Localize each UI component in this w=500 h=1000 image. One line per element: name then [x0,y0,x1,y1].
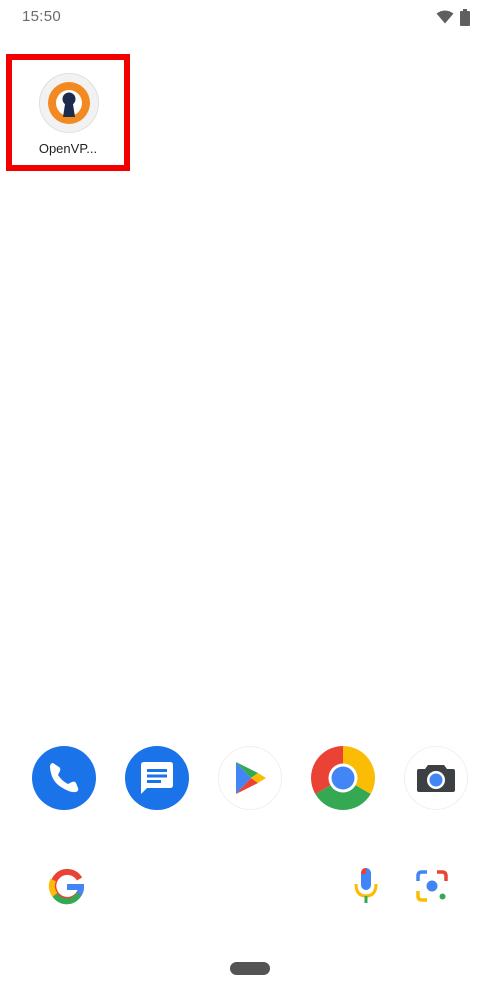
mic-icon[interactable] [352,866,380,906]
messages-icon [125,746,189,810]
lens-icon[interactable] [414,868,450,904]
home-pill[interactable] [230,962,270,975]
dock-camera[interactable] [403,745,469,811]
chrome-icon [311,746,375,810]
dock [0,740,500,820]
wifi-icon [436,10,454,24]
openvpn-icon [39,73,99,133]
dock-chrome[interactable] [310,745,376,811]
dock-messages[interactable] [124,745,190,811]
dock-phone[interactable] [31,745,97,811]
play-store-icon [218,746,282,810]
status-icons [436,8,470,26]
dock-play-store[interactable] [217,745,283,811]
status-time: 15:50 [22,8,62,25]
battery-icon [460,8,470,26]
app-label-openvpn: OpenVP... [38,141,98,156]
status-bar: 15:50 [0,0,500,36]
google-logo [48,868,85,905]
camera-icon [404,746,468,810]
app-shortcut-openvpn[interactable]: OpenVP... [6,54,130,171]
search-bar[interactable] [0,858,500,914]
phone-icon [32,746,96,810]
